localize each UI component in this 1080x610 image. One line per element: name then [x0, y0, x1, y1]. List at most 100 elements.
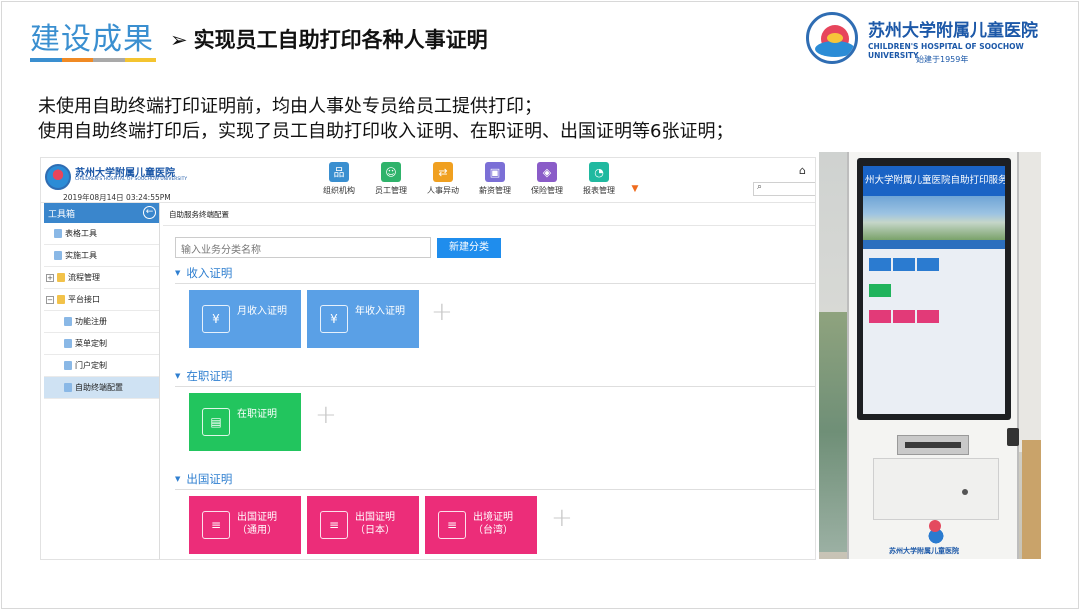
tile-sublabel: （台湾） — [473, 525, 513, 536]
sidebar-item-impl-tools[interactable]: 实施工具 — [44, 245, 159, 267]
shield-icon: ◈ — [537, 162, 557, 182]
divider — [175, 283, 815, 284]
nav-employee[interactable]: ☺ 员工管理 — [365, 162, 417, 196]
id-card-icon: ▤ — [202, 408, 230, 436]
search-input[interactable]: ⌕ — [753, 182, 815, 196]
hospital-emblem-icon — [919, 520, 953, 544]
logo-name-cn: 苏州大学附属儿童医院 — [868, 21, 1038, 41]
section-employment-title[interactable]: ▼ 在职证明 — [175, 368, 232, 384]
caret-down-icon: ▼ — [175, 372, 181, 380]
kiosk-screen: 州大学附属儿童医院自助打印服务系统！ — [863, 166, 1005, 414]
divider — [175, 489, 815, 490]
kiosk-banner-image — [863, 196, 1005, 240]
document-icon: ≡ — [320, 511, 348, 539]
file-icon — [64, 339, 72, 348]
kiosk-tile — [869, 284, 891, 297]
section-abroad-title[interactable]: ▼ 出国证明 — [175, 471, 232, 487]
kiosk-tile — [917, 258, 939, 271]
title-underline — [30, 58, 156, 62]
sidebar-item-menu-custom[interactable]: 菜单定制 — [44, 333, 159, 355]
window-background — [819, 312, 849, 552]
app-topbar: 苏州大学附属儿童医院 CHILDREN'S HOSPITAL OF SOOCHO… — [41, 158, 815, 203]
app-nav: 品组织机构 ☺ 员工管理 ⇄ 人事异动 ▣ 薪资管理 ◈ 保险管理 ◔ 报表管理 ▼ — [313, 162, 645, 196]
file-icon — [64, 361, 72, 370]
sidebar-title: 工具箱 — [48, 210, 76, 220]
tile-label: 年收入证明 — [355, 306, 405, 317]
description: 未使用自助终端打印证明前，均由人事处专员给员工提供打印； 使用自助终端打印后，实… — [38, 94, 733, 144]
file-icon — [54, 229, 62, 238]
transfer-icon: ⇄ — [433, 162, 453, 182]
tile-abroad-japan[interactable]: ≡ 出国证明 （日本） — [307, 496, 419, 554]
category-name-input[interactable]: 输入业务分类名称 — [175, 237, 431, 258]
nav-org[interactable]: 品组织机构 — [313, 162, 365, 196]
wallet-icon: ▣ — [485, 162, 505, 182]
kiosk-base-label: 苏州大学附属儿童医院 — [889, 547, 959, 555]
hospital-emblem-icon — [806, 12, 858, 64]
caret-down-icon: ▼ — [175, 475, 181, 483]
tile-abroad-general[interactable]: ≡ 出国证明 （通用） — [189, 496, 301, 554]
description-line-1: 未使用自助终端打印证明前，均由人事处专员给员工提供打印； — [38, 96, 542, 117]
document-icon: ≡ — [202, 511, 230, 539]
kiosk-tile — [869, 310, 891, 323]
subtitle-text: 实现员工自助打印各种人事证明 — [193, 28, 488, 52]
slide-title: 建设成果 — [30, 22, 154, 57]
nav-insurance[interactable]: ◈ 保险管理 — [521, 162, 573, 196]
file-icon — [64, 317, 72, 326]
nav-report[interactable]: ◔ 报表管理 — [573, 162, 625, 196]
sidebar-item-platform[interactable]: − 平台接口 — [44, 289, 159, 311]
new-category-button[interactable]: 新建分类 — [437, 238, 501, 258]
keyhole-icon — [962, 489, 968, 495]
tile-annual-income[interactable]: ¥ 年收入证明 — [307, 290, 419, 348]
logo-founded: 始建于1959年 — [916, 55, 969, 64]
sidebar-item-func-register[interactable]: 功能注册 — [44, 311, 159, 333]
app-logo-en: CHILDREN'S HOSPITAL OF SOOCHOW UNIVERSIT… — [75, 177, 188, 182]
kiosk-screen-bezel: 州大学附属儿童医院自助打印服务系统！ — [857, 158, 1011, 420]
breadcrumb: 自助服务终端配置 — [169, 210, 229, 219]
printer-output — [905, 442, 961, 448]
users-icon: ☺ — [381, 162, 401, 182]
tile-monthly-income[interactable]: ¥ 月收入证明 — [189, 290, 301, 348]
tile-sublabel: （日本） — [355, 525, 395, 536]
add-tile-button[interactable]: + — [431, 297, 453, 327]
expand-icon[interactable]: + — [46, 273, 54, 282]
collapse-icon[interactable]: ← — [143, 206, 156, 219]
sidebar-item-kiosk-config[interactable]: 自助终端配置 — [44, 377, 159, 399]
add-tile-button[interactable]: + — [551, 503, 573, 533]
section-income-title[interactable]: ▼ 收入证明 — [175, 265, 232, 281]
nav-transfer[interactable]: ⇄ 人事异动 — [417, 162, 469, 196]
nav-more-icon[interactable]: ▼ — [625, 162, 645, 196]
nav-salary[interactable]: ▣ 薪资管理 — [469, 162, 521, 196]
pie-chart-icon: ◔ — [589, 162, 609, 182]
divider — [163, 225, 815, 226]
main-content: 自助服务终端配置 输入业务分类名称 新建分类 ▼ 收入证明 ¥ 月收入证明 ¥ 年收入… — [163, 203, 815, 559]
app-screenshot: 苏州大学附属儿童医院 CHILDREN'S HOSPITAL OF SOOCHO… — [40, 157, 816, 560]
divider — [175, 386, 815, 387]
sidebar-item-portal-custom[interactable]: 门户定制 — [44, 355, 159, 377]
sidebar: 工具箱 ← 表格工具 实施工具 + 流程管理 − 平台接口 功能注册 菜单定制 门户… — [44, 203, 160, 559]
folder-icon — [57, 273, 65, 282]
tile-label: 月收入证明 — [237, 306, 287, 317]
slide-subtitle: ➢ 实现员工自助打印各种人事证明 — [170, 24, 488, 54]
description-line-2: 使用自助终端打印后，实现了员工自助打印收入证明、在职证明、出国证明等6张证明； — [38, 121, 734, 142]
kiosk-tile — [869, 258, 891, 271]
file-icon — [54, 251, 62, 260]
card-reader — [1007, 428, 1019, 446]
sidebar-header: 工具箱 ← — [44, 203, 159, 223]
tile-employment[interactable]: ▤ 在职证明 — [189, 393, 301, 451]
kiosk-menu-bar — [863, 240, 1005, 249]
file-icon — [64, 383, 72, 392]
kiosk-machine: 州大学附属儿童医院自助打印服务系统！ 苏州大学附属儿童医院 — [847, 152, 1019, 559]
tile-label: 出国证明 — [237, 512, 277, 523]
tile-label: 出国证明 — [355, 512, 395, 523]
tile-exit-taiwan[interactable]: ≡ 出境证明 （台湾） — [425, 496, 537, 554]
sidebar-item-table-tools[interactable]: 表格工具 — [44, 223, 159, 245]
kiosk-photo: 州大学附属儿童医院自助打印服务系统！ 苏州大学附属儿童医院 — [819, 152, 1041, 559]
kiosk-cabinet-door — [873, 458, 999, 520]
collapse-tree-icon[interactable]: − — [46, 295, 54, 304]
app-logo-icon — [45, 164, 71, 190]
desk — [1022, 440, 1041, 559]
arrow-icon: ➢ — [170, 28, 188, 52]
home-icon[interactable]: ⌂ — [799, 164, 806, 177]
add-tile-button[interactable]: + — [315, 400, 337, 430]
sidebar-item-workflow[interactable]: + 流程管理 — [44, 267, 159, 289]
